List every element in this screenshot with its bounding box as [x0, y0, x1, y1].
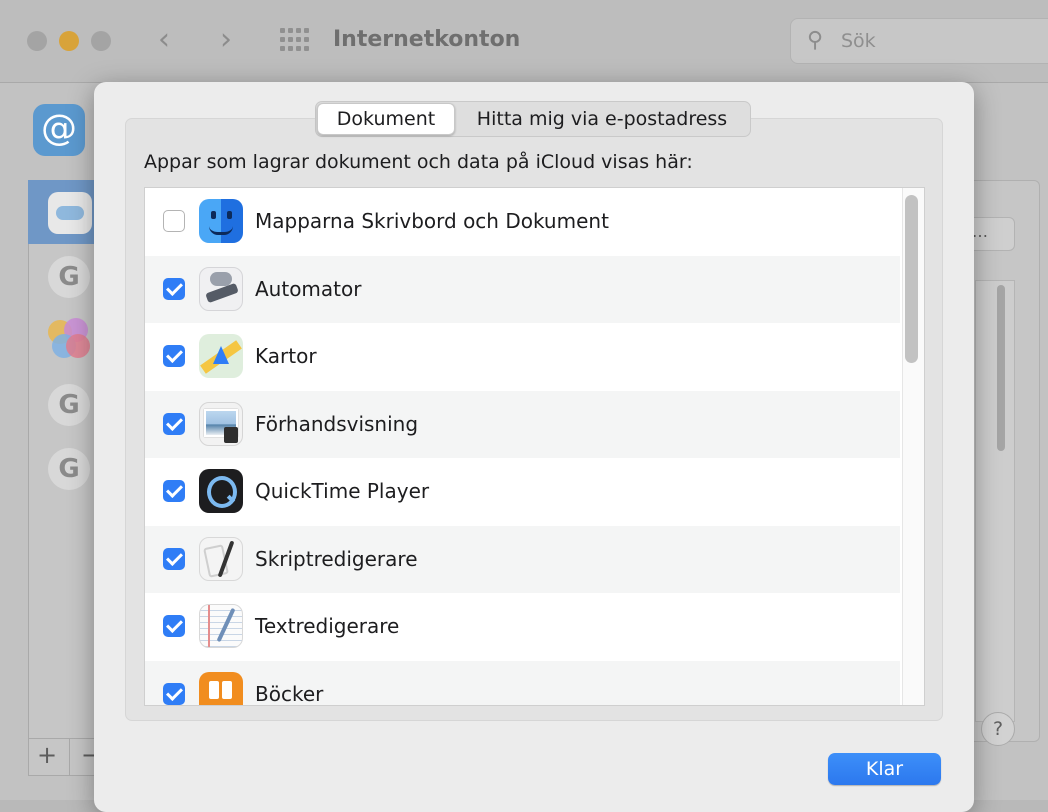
divider [69, 739, 70, 775]
list-item: Kartor [145, 323, 900, 391]
app-label: Textredigerare [255, 614, 400, 638]
list-item: QuickTime Player [145, 458, 900, 526]
help-button[interactable]: ? [981, 712, 1015, 746]
google-icon[interactable]: G [48, 448, 90, 490]
app-checkbox[interactable] [163, 682, 185, 705]
window-toolbar: ‹ › Internetkonton ⚲ Sök [0, 0, 1048, 83]
automator-icon [199, 266, 243, 311]
forward-chevron-icon[interactable]: › [220, 24, 232, 56]
search-placeholder: Sök [841, 30, 876, 52]
zoom-window-button[interactable] [91, 31, 111, 51]
quicktime-icon [199, 469, 243, 513]
textedit-icon [199, 604, 243, 648]
done-button[interactable]: Klar [828, 753, 941, 785]
list-item: Automator [145, 255, 900, 323]
account-services-list [975, 280, 1015, 722]
preview-icon [199, 401, 243, 446]
books-icon [199, 671, 243, 705]
icloud-drive-options-sheet: Dokument Hitta mig via e-postadress Appa… [94, 82, 974, 812]
window-title: Internetkonton [333, 27, 521, 52]
google-icon[interactable]: G [48, 256, 90, 298]
app-label: Kartor [255, 344, 317, 368]
services-scrollbar[interactable] [997, 285, 1005, 451]
back-chevron-icon[interactable]: ‹ [158, 24, 170, 56]
app-checkbox[interactable] [163, 615, 185, 637]
details-button-label: … [972, 222, 988, 241]
list-item: Mapparna Skrivbord och Dokument [145, 188, 900, 256]
list-item: Böcker [145, 660, 900, 706]
app-label: QuickTime Player [255, 479, 430, 503]
list-item: Skriptredigerare [145, 525, 900, 593]
list-scrollbar-thumb[interactable] [905, 195, 918, 363]
google-icon[interactable]: G [48, 384, 90, 426]
list-item: Textredigerare [145, 593, 900, 661]
search-field[interactable]: ⚲ Sök [790, 18, 1048, 64]
app-checkbox[interactable] [163, 345, 185, 367]
finder-icon [199, 199, 243, 243]
tab-dokument[interactable]: Dokument [317, 103, 455, 135]
app-label: Förhandsvisning [255, 411, 419, 436]
game-center-icon[interactable] [48, 318, 92, 362]
add-account-button[interactable]: + [37, 741, 57, 769]
app-label: Böcker [255, 681, 324, 706]
app-checkbox[interactable] [163, 547, 185, 570]
search-icon: ⚲ [807, 28, 824, 53]
app-checkbox[interactable] [163, 480, 185, 502]
script-editor-icon [199, 536, 243, 581]
close-window-button[interactable] [27, 31, 47, 51]
app-checkbox[interactable] [163, 277, 185, 300]
minimize-window-button[interactable] [59, 31, 79, 51]
app-label: Skriptredigerare [255, 546, 418, 571]
maps-icon [199, 334, 243, 378]
show-all-grid-icon[interactable] [280, 28, 309, 52]
app-checkbox[interactable] [163, 210, 185, 232]
icloud-icon [48, 192, 92, 234]
app-label: Mapparna Skrivbord och Dokument [255, 209, 609, 233]
tab-control: Dokument Hitta mig via e-postadress [315, 101, 751, 137]
app-checkbox[interactable] [163, 412, 185, 435]
internet-accounts-at-icon: @ [33, 104, 85, 156]
sidebar-footer: + − [28, 738, 101, 776]
apps-list: Mapparna Skrivbord och Dokument Automato… [144, 187, 925, 706]
list-item: Förhandsvisning [145, 390, 900, 458]
tab-find-me-by-email[interactable]: Hitta mig via e-postadress [456, 102, 748, 136]
apps-description: Appar som lagrar dokument och data på iC… [144, 151, 693, 173]
app-label: Automator [255, 276, 362, 301]
